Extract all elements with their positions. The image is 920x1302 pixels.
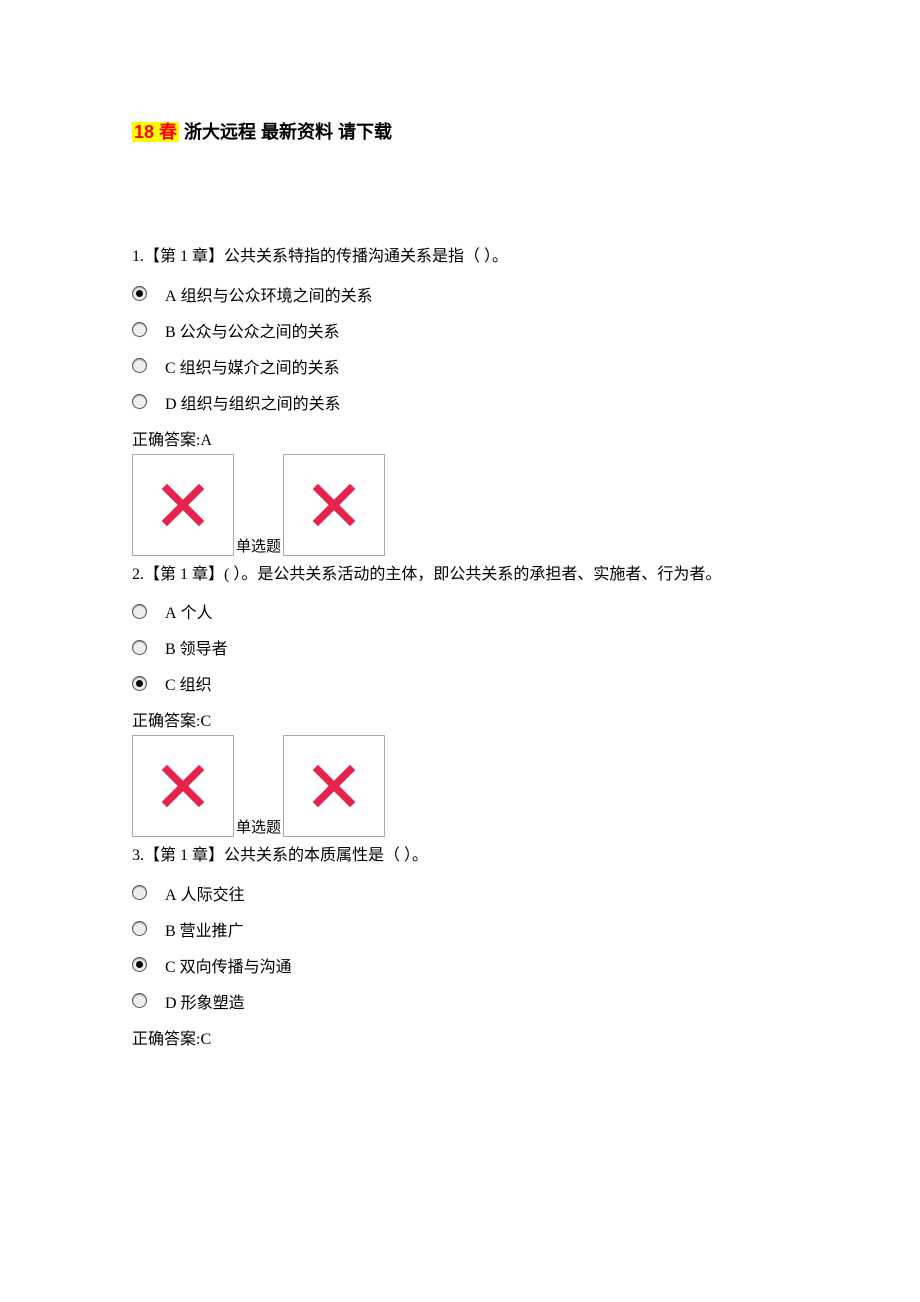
option-row-d[interactable]: D 形象塑造 xyxy=(132,989,788,1013)
question-type-label: 单选题 xyxy=(236,535,281,556)
question-number: 3. xyxy=(132,847,144,864)
question-text: 【第 1 章】( ）。是公共关系活动的主体，即公共关系的承担者、实施者、行为者。 xyxy=(144,566,721,583)
option-label: C 双向传播与沟通 xyxy=(165,953,292,977)
title-rest: 浙大远程 最新资料 请下载 xyxy=(179,122,392,142)
radio-icon[interactable] xyxy=(132,957,147,972)
broken-image-icon xyxy=(283,735,385,837)
option-row-c[interactable]: C 双向传播与沟通 xyxy=(132,953,788,977)
correct-answer: 正确答案:C xyxy=(132,1025,788,1049)
document-page: 18 春 浙大远程 最新资料 请下载 1.【第 1 章】公共关系特指的传播沟通关… xyxy=(0,0,920,1089)
question-stem: 3.【第 1 章】公共关系的本质属性是（ ）。 xyxy=(132,843,788,869)
option-label: B 营业推广 xyxy=(165,917,244,941)
radio-icon[interactable] xyxy=(132,604,147,619)
radio-icon[interactable] xyxy=(132,885,147,900)
title-highlight: 18 春 xyxy=(132,122,179,142)
option-label: B 公众与公众之间的关系 xyxy=(165,318,340,342)
broken-image-icon xyxy=(132,454,234,556)
option-label: D 形象塑造 xyxy=(165,989,245,1013)
option-row-a[interactable]: A 组织与公众环境之间的关系 xyxy=(132,282,788,306)
option-row-a[interactable]: A 人际交往 xyxy=(132,881,788,905)
option-label: C 组织与媒介之间的关系 xyxy=(165,354,340,378)
correct-answer: 正确答案:A xyxy=(132,426,788,450)
option-label: A 组织与公众环境之间的关系 xyxy=(165,282,373,306)
question-block: 1.【第 1 章】公共关系特指的传播沟通关系是指（ ）。 A 组织与公众环境之间… xyxy=(132,244,788,556)
option-label: C 组织 xyxy=(165,671,212,695)
radio-icon[interactable] xyxy=(132,640,147,655)
page-title: 18 春 浙大远程 最新资料 请下载 xyxy=(132,118,788,144)
broken-image-icon xyxy=(132,735,234,837)
option-row-b[interactable]: B 营业推广 xyxy=(132,917,788,941)
option-row-b[interactable]: B 公众与公众之间的关系 xyxy=(132,318,788,342)
option-row-b[interactable]: B 领导者 xyxy=(132,635,788,659)
question-stem: 1.【第 1 章】公共关系特指的传播沟通关系是指（ ）。 xyxy=(132,244,788,270)
question-text: 【第 1 章】公共关系特指的传播沟通关系是指（ ）。 xyxy=(144,248,508,265)
radio-icon[interactable] xyxy=(132,676,147,691)
question-number: 1. xyxy=(132,248,144,265)
radio-icon[interactable] xyxy=(132,358,147,373)
question-stem: 2.【第 1 章】( ）。是公共关系活动的主体，即公共关系的承担者、实施者、行为… xyxy=(132,562,788,588)
question-text: 【第 1 章】公共关系的本质属性是（ ）。 xyxy=(144,847,428,864)
placeholder-row: 单选题 xyxy=(132,735,788,837)
option-row-c[interactable]: C 组织与媒介之间的关系 xyxy=(132,354,788,378)
option-label: B 领导者 xyxy=(165,635,228,659)
correct-answer: 正确答案:C xyxy=(132,707,788,731)
option-label: D 组织与组织之间的关系 xyxy=(165,390,341,414)
placeholder-row: 单选题 xyxy=(132,454,788,556)
radio-icon[interactable] xyxy=(132,394,147,409)
option-label: A 人际交往 xyxy=(165,881,245,905)
radio-icon[interactable] xyxy=(132,286,147,301)
question-number: 2. xyxy=(132,566,144,583)
radio-icon[interactable] xyxy=(132,993,147,1008)
question-block: 2.【第 1 章】( ）。是公共关系活动的主体，即公共关系的承担者、实施者、行为… xyxy=(132,562,788,838)
option-label: A 个人 xyxy=(165,599,213,623)
radio-icon[interactable] xyxy=(132,322,147,337)
radio-icon[interactable] xyxy=(132,921,147,936)
broken-image-icon xyxy=(283,454,385,556)
option-row-d[interactable]: D 组织与组织之间的关系 xyxy=(132,390,788,414)
option-row-a[interactable]: A 个人 xyxy=(132,599,788,623)
option-row-c[interactable]: C 组织 xyxy=(132,671,788,695)
question-type-label: 单选题 xyxy=(236,816,281,837)
question-block: 3.【第 1 章】公共关系的本质属性是（ ）。 A 人际交往 B 营业推广 C … xyxy=(132,843,788,1049)
